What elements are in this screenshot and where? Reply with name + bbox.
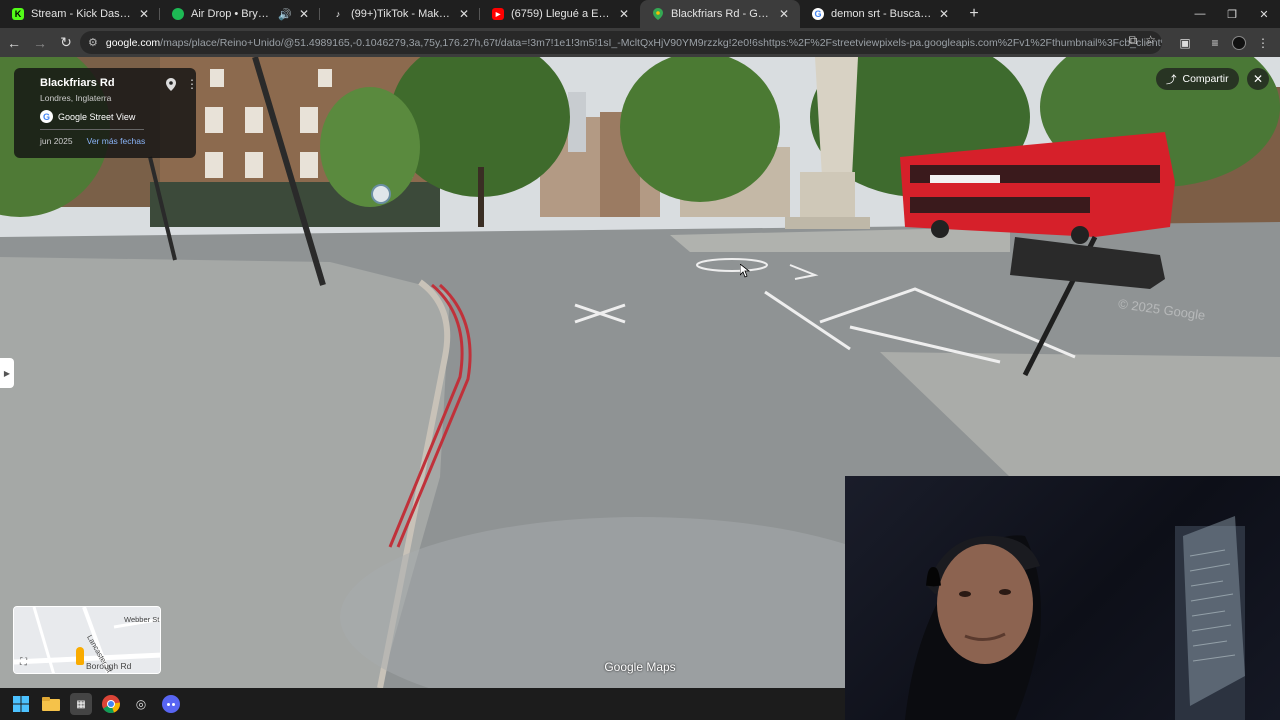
close-tab-icon[interactable]: ✕ xyxy=(616,7,632,21)
tab-tiktok[interactable]: ♪ (99+)TikTok - Make Your Day ✕ xyxy=(320,0,480,28)
expand-side-panel-icon[interactable]: ▶ xyxy=(0,358,14,388)
pegman-icon[interactable] xyxy=(76,647,84,665)
obs-icon[interactable]: ◎ xyxy=(130,693,152,715)
close-tab-icon[interactable]: ✕ xyxy=(776,7,792,21)
close-tab-icon[interactable]: ✕ xyxy=(296,7,312,21)
google-logo-icon: G xyxy=(40,110,53,123)
tab-google-maps[interactable]: Blackfriars Rd - Google Maps ✕ xyxy=(640,0,800,28)
location-pin-icon[interactable] xyxy=(166,78,176,94)
chrome-icon[interactable] xyxy=(100,693,122,715)
close-tab-icon[interactable]: ✕ xyxy=(136,7,152,21)
tab-search-icon[interactable]: ▣ xyxy=(1172,31,1198,55)
webcam-overlay xyxy=(845,476,1280,720)
site-info-icon[interactable]: ⚙ xyxy=(88,36,98,49)
tab-title: (6759) Llegué a EGIPTO y todo xyxy=(511,8,612,20)
more-options-icon[interactable]: ⋮ xyxy=(186,77,198,91)
bookmark-star-icon[interactable]: ☆ xyxy=(1145,33,1156,48)
maps-pin-icon xyxy=(652,8,664,20)
speaker-icon[interactable]: 🔊 xyxy=(278,8,292,21)
tab-title: (99+)TikTok - Make Your Day xyxy=(351,8,452,20)
tab-spotify[interactable]: Air Drop • Bryant Myers 🔊 ✕ xyxy=(160,0,320,28)
tab-kick[interactable]: K Stream - Kick Dashboard ✕ xyxy=(0,0,160,28)
minimize-icon[interactable]: — xyxy=(1184,0,1216,28)
media-controls-icon[interactable]: ≡ xyxy=(1202,31,1228,55)
close-street-view-icon[interactable]: ✕ xyxy=(1247,68,1269,90)
browser-toolbar: ← → ↻ ⚙ google.com/maps/place/Reino+Unid… xyxy=(0,28,1280,57)
provider-label: Google Street View xyxy=(58,111,136,122)
divider xyxy=(40,129,144,130)
provider-row: G Google Street View xyxy=(40,110,186,123)
mini-map[interactable]: Webber St Lancaster St Borough Rd ⛶ xyxy=(13,606,161,674)
url-host: google.com xyxy=(105,36,161,49)
map-label: Webber St xyxy=(124,615,160,624)
kick-icon: K xyxy=(12,8,24,20)
capture-dates: jun 2025 Ver más fechas xyxy=(40,136,186,146)
close-tab-icon[interactable]: ✕ xyxy=(936,7,952,21)
omnibox-actions: ⧉ ☆ xyxy=(1129,33,1156,48)
youtube-icon: ▶ xyxy=(492,8,504,20)
app-icon[interactable]: ▦ xyxy=(70,693,92,715)
webcam-person-image xyxy=(905,516,1245,720)
windows-start-icon[interactable] xyxy=(10,693,32,715)
file-explorer-icon[interactable] xyxy=(40,693,62,715)
city-name: Londres, Inglaterra xyxy=(40,93,112,103)
close-tab-icon[interactable]: ✕ xyxy=(456,7,472,21)
toolbar-right: ▣ ≡ ⋮ xyxy=(1172,31,1276,55)
new-tab-button[interactable]: + xyxy=(960,0,988,28)
windows-taskbar: ▦ ◎ xyxy=(0,688,845,720)
close-window-icon[interactable]: ✕ xyxy=(1248,0,1280,28)
forward-icon[interactable]: → xyxy=(28,31,52,55)
tab-title: Blackfriars Rd - Google Maps xyxy=(671,8,772,20)
more-dates-link[interactable]: Ver más fechas xyxy=(87,136,146,146)
tab-title: demon srt - Buscar con Google xyxy=(831,8,932,20)
fullscreen-icon[interactable]: ⛶ xyxy=(20,657,27,668)
capture-date: jun 2025 xyxy=(40,136,73,146)
share-icon: ⤴ xyxy=(1166,73,1177,86)
tiktok-icon: ♪ xyxy=(335,9,341,19)
street-name: Blackfriars Rd xyxy=(40,77,115,89)
reload-icon[interactable]: ↻ xyxy=(54,31,78,55)
profile-avatar[interactable] xyxy=(1232,36,1246,50)
address-bar[interactable]: ⚙ google.com/maps/place/Reino+Unido/@51.… xyxy=(80,31,1162,54)
tab-title: Air Drop • Bryant Myers xyxy=(191,8,274,20)
tab-google-search[interactable]: G demon srt - Buscar con Google ✕ xyxy=(800,0,960,28)
back-icon[interactable]: ← xyxy=(2,31,26,55)
share-button[interactable]: ⤴ Compartir xyxy=(1156,68,1239,90)
google-maps-watermark: Google Maps xyxy=(604,660,676,674)
tab-title: Stream - Kick Dashboard xyxy=(31,8,132,20)
menu-kebab-icon[interactable]: ⋮ xyxy=(1250,31,1276,55)
discord-icon[interactable] xyxy=(160,693,182,715)
map-label: Borough Rd xyxy=(86,661,132,671)
mouse-cursor-icon xyxy=(740,264,750,278)
share-label: Compartir xyxy=(1182,73,1229,85)
spotify-icon xyxy=(172,8,184,20)
tab-strip: K Stream - Kick Dashboard ✕ Air Drop • B… xyxy=(0,0,1280,28)
url-path: /maps/place/Reino+Unido/@51.4989165,-0.1… xyxy=(160,36,1162,49)
restore-icon[interactable]: ❐ xyxy=(1216,0,1248,28)
window-controls: — ❐ ✕ xyxy=(1184,0,1280,28)
install-app-icon[interactable]: ⧉ xyxy=(1129,33,1138,48)
tab-youtube[interactable]: ▶ (6759) Llegué a EGIPTO y todo ✕ xyxy=(480,0,640,28)
street-view-info-card: Blackfriars Rd Londres, Inglaterra G Goo… xyxy=(14,68,198,158)
google-icon: G xyxy=(812,8,824,20)
